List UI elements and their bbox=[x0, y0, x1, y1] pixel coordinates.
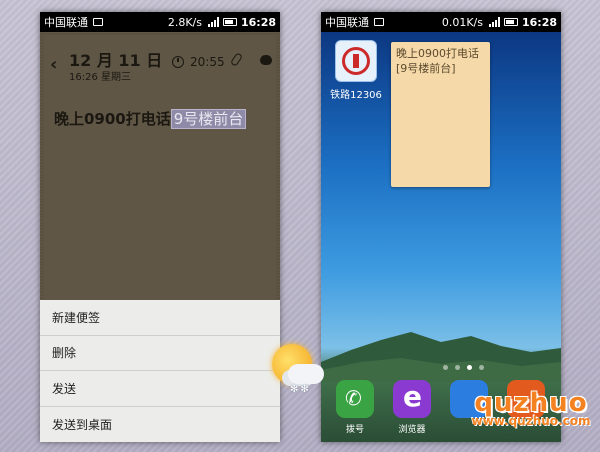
railway-12306-app-icon[interactable] bbox=[335, 40, 377, 82]
note-widget[interactable]: 晚上0900打电话[9号楼前台] bbox=[391, 42, 490, 187]
attachment-icon[interactable] bbox=[229, 52, 244, 67]
palette-icon[interactable] bbox=[260, 55, 272, 65]
menu-item-delete[interactable]: 删除 bbox=[40, 336, 280, 371]
clock: 16:28 bbox=[240, 15, 276, 29]
right-phone-screen: 中国联通 0.01K/s 16:28 铁路12306 晚上0900打电话[9号楼… bbox=[321, 12, 561, 442]
alarm-time[interactable]: 20:55 bbox=[190, 55, 225, 69]
railway-logo-icon bbox=[342, 47, 370, 75]
cloud-icon bbox=[288, 364, 324, 384]
status-bar: 中国联通 2.8K/s 16:28 bbox=[40, 12, 280, 32]
page-indicator bbox=[443, 365, 484, 370]
note-paper: ‹ 12 月 11 日 16:26 星期三 20:55 晚上0900打电话 9号楼… bbox=[44, 36, 276, 300]
app-label: 铁路12306 bbox=[330, 90, 382, 101]
snowflake-icon: ✻✻ bbox=[290, 384, 311, 395]
battery-icon bbox=[503, 18, 518, 26]
note-content[interactable]: 晚上0900打电话 9号楼前台 bbox=[54, 108, 247, 129]
carrier-label: 中国联通 bbox=[44, 16, 88, 29]
phone-icon[interactable] bbox=[336, 380, 374, 418]
mountain-wallpaper bbox=[321, 332, 561, 382]
selected-text[interactable]: 9号楼前台 bbox=[170, 109, 247, 129]
note-editor: ‹ 12 月 11 日 16:26 星期三 20:55 晚上0900打电话 9号楼… bbox=[40, 32, 280, 300]
carrier-label: 中国联通 bbox=[325, 16, 369, 29]
note-text: 晚上0900打电话 bbox=[54, 110, 171, 128]
status-bar: 中国联通 0.01K/s 16:28 bbox=[321, 12, 561, 32]
sim-icon bbox=[93, 18, 103, 26]
dock-label-browser: 浏览器 bbox=[398, 425, 426, 435]
menu-item-new-note[interactable]: 新建便签 bbox=[40, 300, 280, 336]
weather-icon: ✻✻ bbox=[266, 342, 330, 400]
menu-item-send-to-desktop[interactable]: 发送到桌面 bbox=[40, 407, 280, 443]
back-chevron-icon[interactable]: ‹ bbox=[50, 54, 57, 75]
context-menu: 新建便签 删除 发送 发送到桌面 bbox=[40, 300, 280, 442]
battery-icon bbox=[222, 18, 237, 26]
left-phone-screen: 中国联通 2.8K/s 16:28 ‹ 12 月 11 日 16:26 星期三 … bbox=[40, 12, 280, 442]
note-timestamp: 16:26 星期三 bbox=[69, 72, 131, 83]
signal-icon bbox=[207, 17, 219, 27]
browser-icon[interactable] bbox=[393, 380, 431, 418]
dock-label-dialer: 拨号 bbox=[345, 425, 364, 435]
menu-item-send[interactable]: 发送 bbox=[40, 371, 280, 407]
sim-icon bbox=[374, 18, 384, 26]
network-speed: 2.8K/s bbox=[167, 15, 202, 29]
watermark-logo: quzhuo www.quzhuo.com bbox=[466, 388, 596, 448]
clock: 16:28 bbox=[521, 15, 557, 29]
signal-icon bbox=[488, 17, 500, 27]
alarm-icon[interactable] bbox=[172, 56, 184, 68]
network-speed: 0.01K/s bbox=[441, 15, 483, 29]
watermark-url: www.quzhuo.com bbox=[471, 414, 591, 428]
